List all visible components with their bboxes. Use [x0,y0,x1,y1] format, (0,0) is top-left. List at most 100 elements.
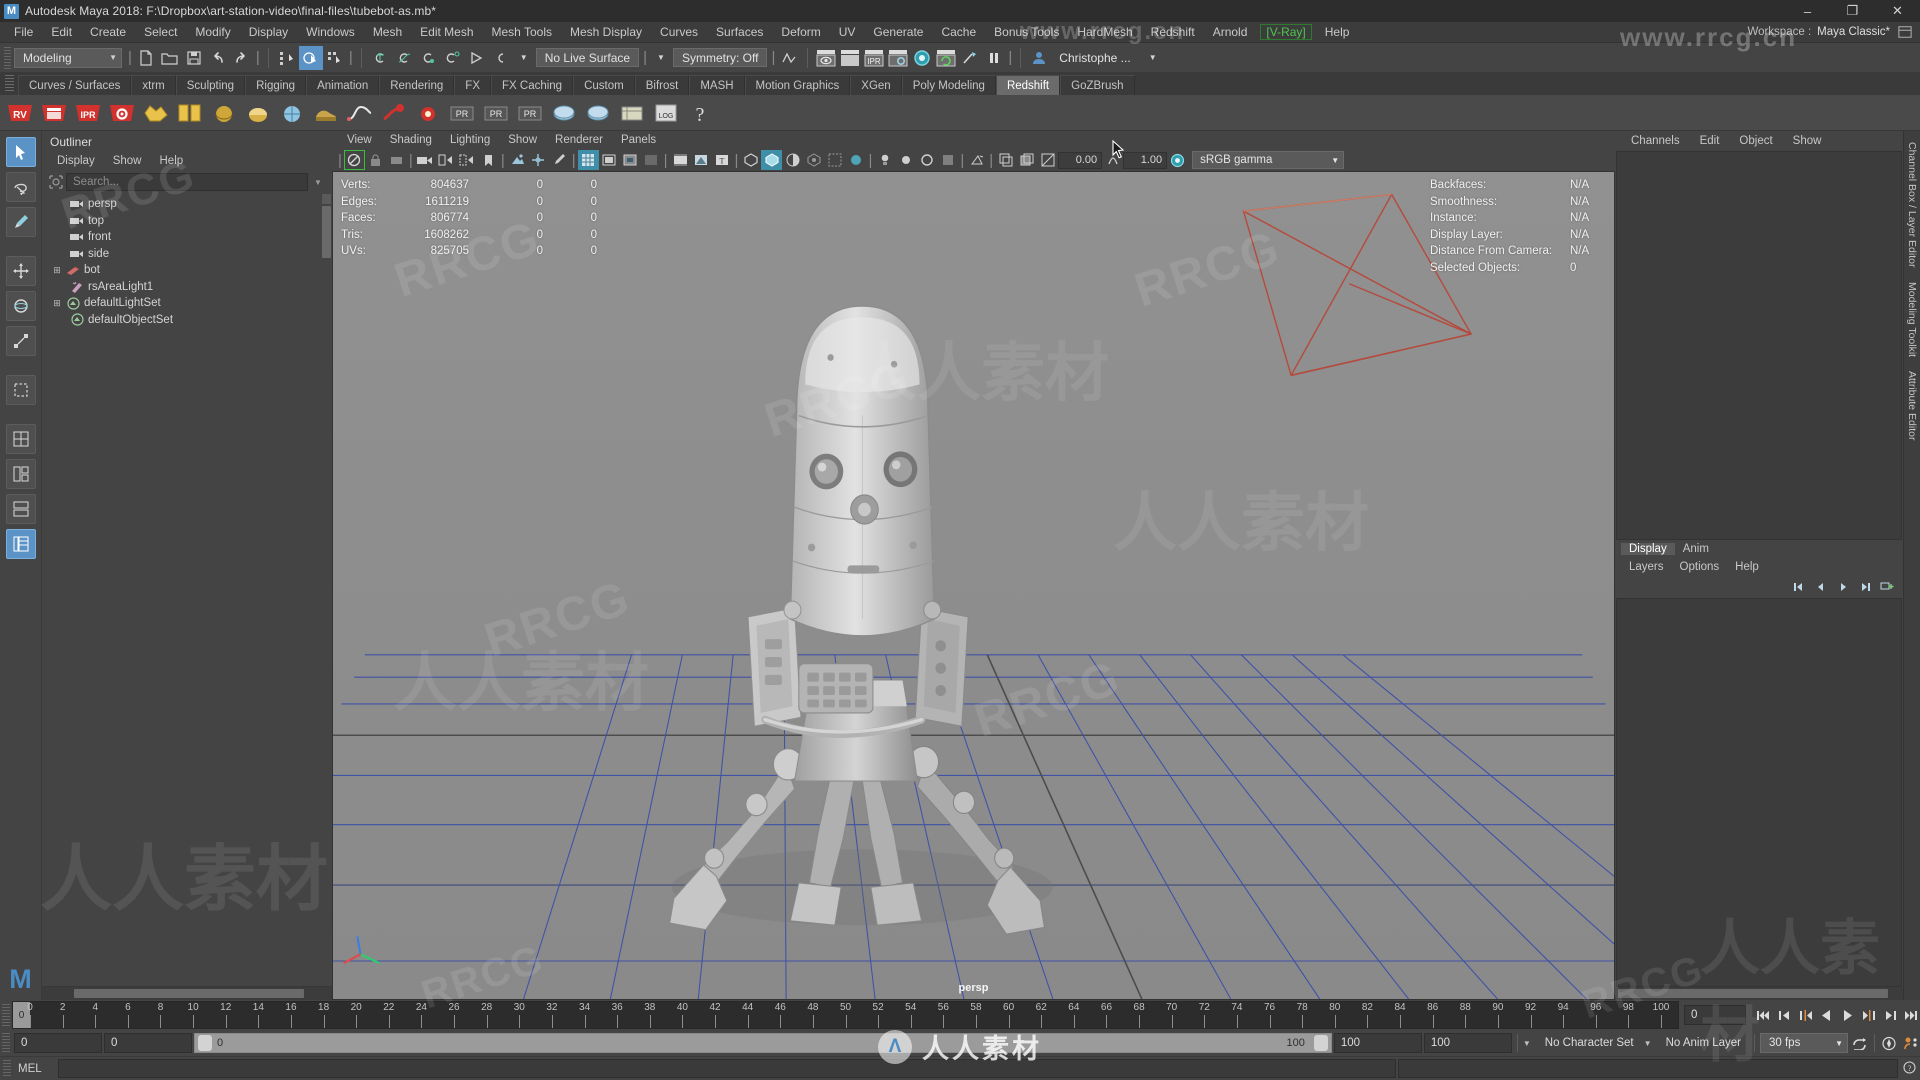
isolate-select-icon[interactable] [824,150,845,170]
user-avatar-icon[interactable] [1027,46,1051,70]
viewport-3d[interactable]: Verts: 804637 0 0 Edges: 1611219 0 0 Fac… [332,171,1615,1000]
shelf-tab-bifrost[interactable]: Bifrost [635,75,690,95]
shelf-tab-motion-graphics[interactable]: Motion Graphics [745,75,851,95]
shelf-redshift-bake-icon[interactable] [582,97,614,129]
undo-icon[interactable] [206,46,230,70]
live-surface-dropdown-icon[interactable]: ▼ [512,46,536,70]
shelf-tab-rendering[interactable]: Rendering [379,75,454,95]
outliner-item-side[interactable]: side [42,246,332,263]
hypershade-icon[interactable] [910,46,934,70]
all-lights-icon[interactable] [895,150,916,170]
command-line-grip[interactable] [3,1060,11,1078]
shelf-redshift-pr-a-icon[interactable]: PR [446,97,478,129]
shelf-tab-mash[interactable]: MASH [689,75,744,95]
menu-windows[interactable]: Windows [297,22,364,43]
outliner-menu-display[interactable]: Display [48,155,104,167]
vtab-modeling-toolkit[interactable]: Modeling Toolkit [1905,275,1919,364]
image-plane-icon[interactable] [507,150,528,170]
time-slider-grip[interactable] [2,1004,10,1026]
shelf-tab-poly-modeling[interactable]: Poly Modeling [902,75,996,95]
shelf-redshift-curve-icon[interactable] [344,97,376,129]
redo-icon[interactable] [230,46,254,70]
range-start-time-field[interactable]: 0 [104,1033,192,1053]
outliner-menu-show[interactable]: Show [104,155,151,167]
lighting-display-icon[interactable] [691,150,712,170]
select-hierarchy-icon[interactable] [275,46,299,70]
layout-single-perspective[interactable] [6,424,36,454]
snap-view-plane-icon[interactable] [464,46,488,70]
character-set-chevron-icon[interactable]: ▼ [1523,1039,1531,1048]
shadows-icon[interactable] [916,150,937,170]
character-set-selector[interactable]: No Character Set [1537,1033,1642,1053]
snap-curve-icon[interactable] [392,46,416,70]
lock-camera-icon[interactable] [365,150,386,170]
shelf-redshift-xform-icon[interactable] [616,97,648,129]
channelbox-menu-channels[interactable]: Channels [1621,135,1690,147]
shelf-redshift-light-icon[interactable] [378,97,410,129]
bookmark-icon[interactable] [478,150,499,170]
menu-curves[interactable]: Curves [651,22,707,43]
camera-icon[interactable] [415,150,436,170]
anim-layer-selector[interactable]: No Anim Layer [1658,1033,1749,1053]
step-forward-frame-icon[interactable] [1859,1005,1878,1025]
shelf-tab-fx[interactable]: FX [454,75,491,95]
menu-deform[interactable]: Deform [772,22,829,43]
shelf-tab-fx-caching[interactable]: FX Caching [491,75,573,95]
animation-preferences-icon[interactable] [1901,1033,1920,1053]
menu-vray[interactable]: [V-Ray] [1260,24,1311,40]
live-surface-field[interactable]: No Live Surface [536,48,639,67]
shelf-grip[interactable] [5,75,14,93]
menu-create[interactable]: Create [81,22,135,43]
anim-layer-chevron-icon[interactable]: ▼ [1644,1039,1652,1048]
two-d-pan-zoom-icon[interactable] [528,150,549,170]
outliner-item-rsarealight1[interactable]: rsAreaLight1 [42,279,332,296]
menu-edit[interactable]: Edit [42,22,81,43]
outliner-item-front[interactable]: front [42,229,332,246]
go-to-start-icon[interactable] [1754,1005,1773,1025]
range-slider-grip[interactable] [2,1033,10,1053]
play-backwards-icon[interactable] [1817,1005,1836,1025]
gamma-reset-icon[interactable] [1102,150,1123,170]
step-back-keyframe-icon[interactable] [1775,1005,1794,1025]
ambient-occlusion-icon[interactable] [937,150,958,170]
range-start-handle[interactable] [198,1035,212,1051]
vtab-channel-box-layer-editor[interactable]: Channel Box / Layer Editor [1905,135,1919,275]
shelf-redshift-log-icon[interactable]: LOG [650,97,682,129]
layout-persp-outliner[interactable] [6,494,36,524]
layer-horizontal-scrollbar[interactable] [1615,987,1903,1000]
step-back-frame-icon[interactable] [1796,1005,1815,1025]
shelf-redshift-sphere-icon[interactable] [208,97,240,129]
viewport-snapshot-icon[interactable] [1016,150,1037,170]
menu-generate[interactable]: Generate [864,22,932,43]
menu-modify[interactable]: Modify [186,22,239,43]
motion-blur-icon[interactable] [966,150,987,170]
input-output-connections-icon[interactable] [777,46,801,70]
render-sequence-icon[interactable] [934,46,958,70]
layer-tab-display[interactable]: Display [1621,543,1675,555]
color-management-icon[interactable] [1167,150,1188,170]
menu-surfaces[interactable]: Surfaces [707,22,772,43]
color-management-selector[interactable]: sRGB gamma ▼ [1192,151,1344,169]
menu-help[interactable]: Help [1316,22,1359,43]
select-component-icon[interactable] [323,46,347,70]
animation-start-time-field[interactable]: 0 [14,1033,102,1053]
shelf-tab-curves-surfaces[interactable]: Curves / Surfaces [18,75,131,95]
vtab-attribute-editor[interactable]: Attribute Editor [1905,364,1919,447]
ipr-render-icon[interactable]: IPR [862,46,886,70]
shelf-redshift-rv-icon[interactable]: RV [4,97,36,129]
menu-arnold[interactable]: Arnold [1204,22,1257,43]
channelbox-menu-edit[interactable]: Edit [1690,135,1730,147]
paint-select-tool[interactable] [6,207,36,237]
menu-set-selector[interactable]: Modeling ▼ [14,48,122,68]
menu-mesh[interactable]: Mesh [364,22,411,43]
render-settings-icon[interactable] [886,46,910,70]
shelf-tab-rigging[interactable]: Rigging [245,75,306,95]
time-slider-track[interactable]: 0 02468101214161820222426283032343638404… [12,1001,1679,1029]
xray-mode-icon[interactable] [740,150,761,170]
lights-off-icon[interactable] [874,150,895,170]
channel-box-content[interactable] [1616,151,1902,540]
two-pane-camera-icon[interactable] [436,150,457,170]
outliner-item-top[interactable]: top [42,213,332,230]
layer-menu-layers[interactable]: Layers [1621,561,1672,573]
command-language-label[interactable]: MEL [14,1063,58,1075]
